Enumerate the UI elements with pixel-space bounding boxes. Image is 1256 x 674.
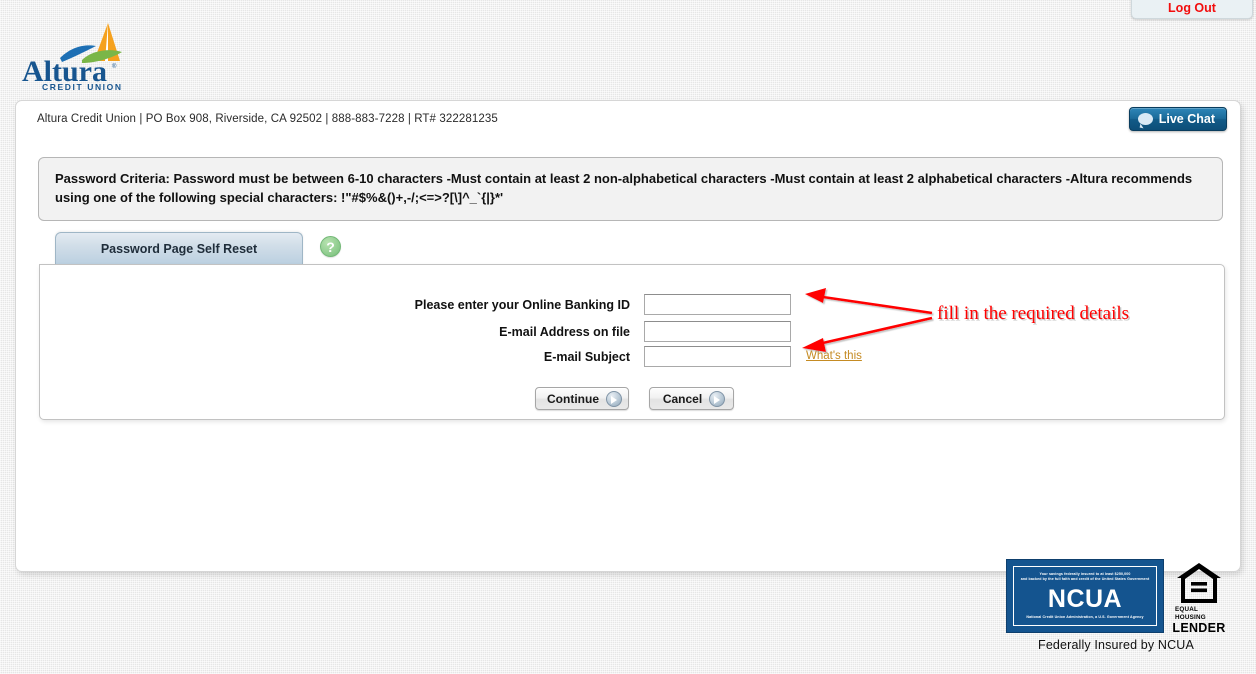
password-criteria-box: Password Criteria: Password must be betw… [38, 157, 1223, 221]
equal-housing-text: EQUAL HOUSING [1175, 606, 1206, 621]
federally-insured-caption: Federally Insured by NCUA [1038, 638, 1194, 652]
main-content-panel: Altura Credit Union | PO Box 908, Rivers… [15, 100, 1241, 652]
whats-this-link[interactable]: What's this [806, 350, 862, 362]
live-chat-label: Live Chat [1158, 112, 1215, 126]
tab-strip: Password Page Self Reset ? [39, 232, 1224, 265]
online-banking-id-input[interactable] [644, 294, 791, 315]
svg-text:CREDIT UNION: CREDIT UNION [42, 82, 123, 92]
password-criteria-text: Password Criteria: Password must be betw… [55, 171, 1193, 205]
ncua-logo-inner-frame: Your savings federally insured to at lea… [1013, 566, 1157, 626]
email-address-input[interactable] [644, 321, 791, 342]
self-reset-form-panel: Please enter your Online Banking ID E-ma… [39, 264, 1225, 420]
cancel-label: Cancel [662, 391, 703, 406]
contact-info-line: Altura Credit Union | PO Box 908, Rivers… [37, 113, 498, 125]
ncua-agency-line: National Credit Union Administration, a … [1026, 615, 1144, 619]
arrow-right-circle-icon [606, 390, 622, 407]
continue-label: Continue [547, 391, 599, 406]
form-row-email-subject: E-mail Subject [40, 346, 1224, 367]
altura-logo-svg: Altura ® CREDIT UNION [22, 23, 123, 92]
help-glyph: ? [326, 238, 335, 255]
email-address-label: E-mail Address on file [499, 324, 630, 339]
cancel-button[interactable]: Cancel [649, 387, 734, 410]
form-button-row: Continue Cancel [40, 387, 1224, 410]
equal-housing-lender-logo: EQUAL HOUSING LENDER [1172, 562, 1225, 635]
form-row-online-banking-id: Please enter your Online Banking ID [40, 294, 1224, 315]
email-subject-label: E-mail Subject [543, 349, 630, 364]
online-banking-id-label: Please enter your Online Banking ID [414, 297, 630, 312]
altura-credit-union-logo: Altura ® CREDIT UNION [20, 18, 132, 92]
arrow-right-circle-icon [709, 390, 726, 407]
tab-password-page-self-reset[interactable]: Password Page Self Reset [55, 232, 303, 265]
ncua-insurance-line-2: and backed by the full faith and credit … [1020, 577, 1150, 581]
svg-text:®: ® [112, 63, 117, 70]
live-chat-button[interactable]: Live Chat [1128, 107, 1227, 131]
question-mark-icon[interactable]: ? [320, 236, 341, 257]
email-subject-input[interactable] [644, 346, 791, 367]
ncua-logo: Your savings federally insured to at lea… [1006, 559, 1164, 633]
ncua-wordmark: NCUA [1047, 584, 1123, 613]
log-out-button[interactable]: Log Out [1131, 0, 1253, 19]
chat-bubble-icon [1137, 113, 1153, 125]
log-out-label: Log Out [1168, 1, 1216, 15]
lender-text: LENDER [1172, 621, 1226, 635]
equal-housing-house-icon [1176, 562, 1222, 605]
form-row-email-address: E-mail Address on file [40, 321, 1224, 342]
tab-label: Password Page Self Reset [100, 242, 258, 256]
continue-button[interactable]: Continue [535, 387, 629, 410]
